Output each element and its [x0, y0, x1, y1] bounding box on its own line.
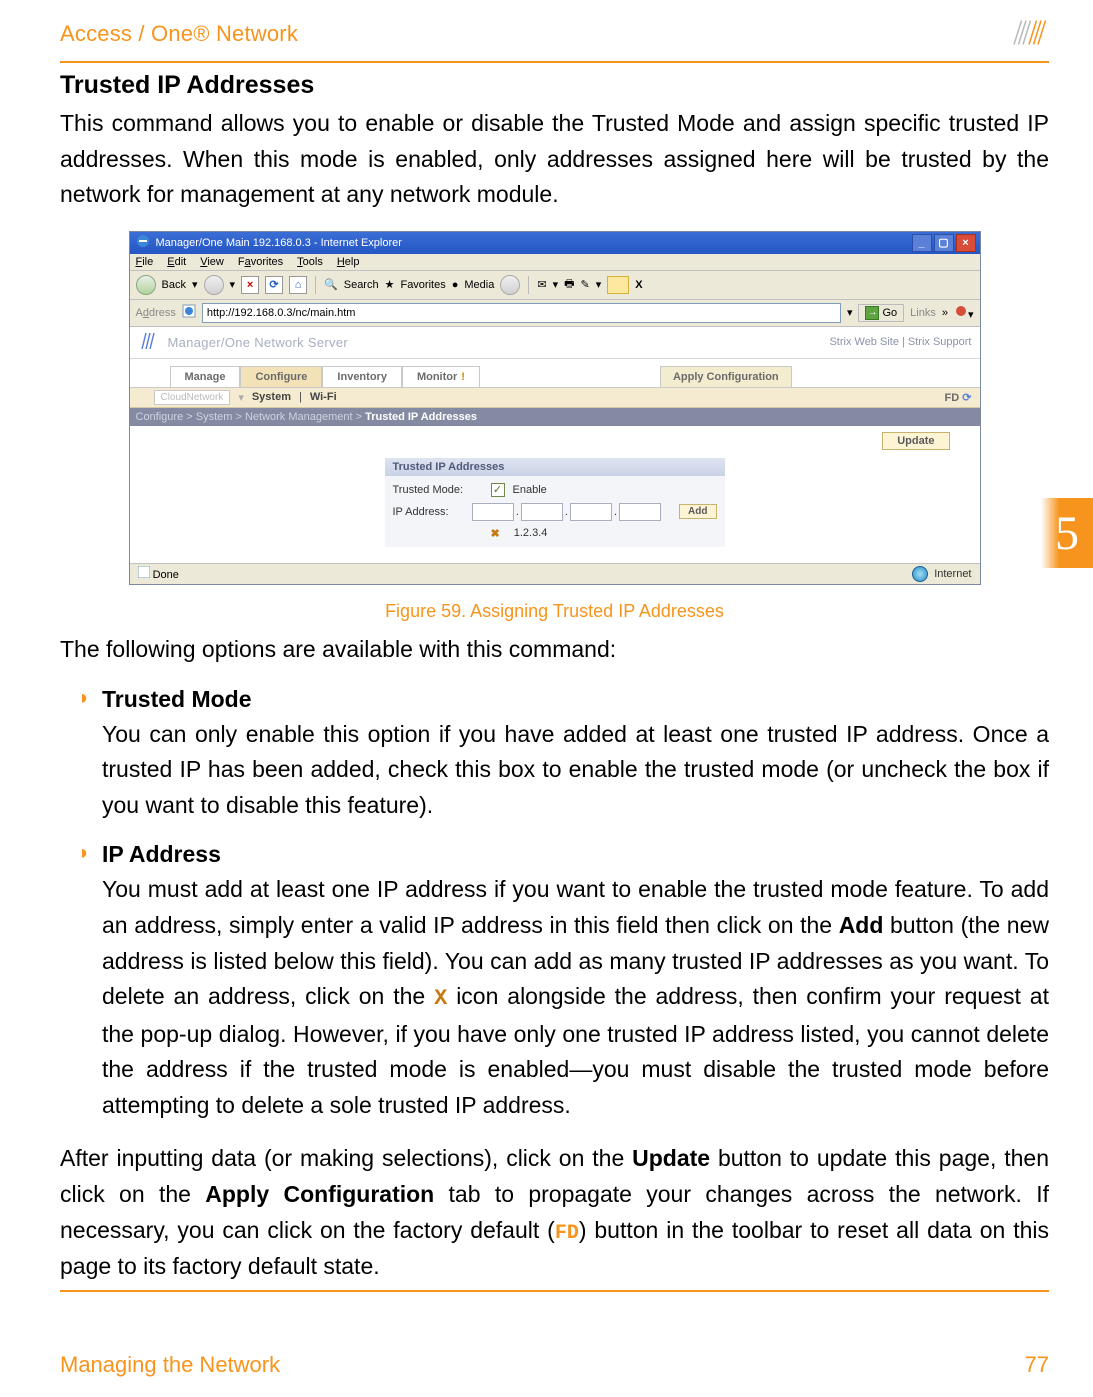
option-ip-address-title: IP Address: [102, 841, 221, 868]
page-favicon-icon: [182, 304, 196, 321]
app-header-links[interactable]: Strix Web Site | Strix Support: [829, 336, 971, 348]
favorites-icon[interactable]: ★: [385, 278, 395, 291]
enable-label: Enable: [513, 484, 547, 496]
subtab-wifi[interactable]: Wi-Fi: [310, 391, 337, 403]
go-button[interactable]: →Go: [858, 304, 904, 322]
edit-icon[interactable]: ✎: [580, 278, 589, 291]
status-zone: Internet: [934, 568, 971, 580]
option-trusted-mode-title: Trusted Mode: [102, 686, 252, 713]
footer-section-title: Managing the Network: [60, 1352, 280, 1378]
minimize-icon[interactable]: _: [912, 234, 932, 252]
strix-x-icon[interactable]: X: [635, 279, 642, 291]
menu-tools[interactable]: Tools: [297, 256, 323, 268]
figure-caption: Figure 59. Assigning Trusted IP Addresse…: [385, 601, 724, 622]
fd-inline-icon: FD: [555, 1222, 579, 1245]
window-title: Manager/One Main 192.168.0.3 - Internet …: [156, 237, 402, 249]
brand-logo-icon: [1003, 16, 1049, 51]
menu-bar: File Edit View Favorites Tools Help: [130, 254, 980, 271]
menu-view[interactable]: View: [200, 256, 224, 268]
app-header: Manager/One Network Server Strix Web Sit…: [130, 327, 980, 359]
trusted-mode-label: Trusted Mode:: [393, 484, 483, 496]
footer-page-number: 77: [1025, 1352, 1049, 1378]
intro-paragraph: This command allows you to enable or dis…: [60, 106, 1049, 213]
ip-entry: 1.2.3.4: [514, 527, 548, 539]
fd-button[interactable]: FD: [945, 392, 960, 404]
bullet-icon: ◗: [78, 686, 92, 713]
home-icon[interactable]: ⌂: [289, 276, 307, 294]
favorites-label[interactable]: Favorites: [400, 279, 445, 291]
links-label[interactable]: Links: [910, 307, 936, 319]
tab-monitor[interactable]: Monitor!: [402, 366, 480, 387]
content-area: Update Trusted IP Addresses Trusted Mode…: [130, 426, 980, 563]
window-titlebar: Manager/One Main 192.168.0.3 - Internet …: [130, 232, 980, 254]
ie-icon: [136, 234, 150, 251]
close-icon[interactable]: ×: [956, 234, 976, 252]
menu-edit[interactable]: Edit: [167, 256, 186, 268]
folder-icon[interactable]: [607, 276, 629, 294]
add-button[interactable]: Add: [679, 504, 716, 519]
menu-favorites[interactable]: Favorites: [238, 256, 283, 268]
primary-tabs: Manage Configure Inventory Monitor! Appl…: [130, 359, 980, 388]
status-done-icon: [138, 569, 153, 581]
tab-manage[interactable]: Manage: [170, 366, 241, 387]
stop-icon[interactable]: ×: [241, 276, 259, 294]
brand-title: Access / One® Network: [60, 21, 298, 47]
cloud-network-pill[interactable]: CloudNetwork: [154, 390, 231, 405]
trusted-mode-checkbox[interactable]: ✓: [491, 483, 505, 497]
bullet-icon: ◗: [78, 841, 92, 868]
app-title: Manager/One Network Server: [168, 335, 820, 350]
address-input[interactable]: [202, 303, 841, 323]
search-label[interactable]: Search: [344, 279, 379, 291]
sub-toolbar: CloudNetwork ▾ System | Wi-Fi FD ⟳: [130, 388, 980, 408]
closing-paragraph: After inputting data (or making selectio…: [60, 1141, 1049, 1284]
search-icon[interactable]: 🔍: [324, 278, 338, 291]
tab-configure[interactable]: Configure: [240, 366, 322, 387]
footer-rule: [60, 1290, 1049, 1292]
menu-help[interactable]: Help: [337, 256, 360, 268]
section-heading: Trusted IP Addresses: [60, 71, 1049, 100]
options-intro: The following options are available with…: [60, 632, 1049, 668]
forward-chevron-icon[interactable]: ▾: [230, 278, 236, 291]
warning-icon: !: [461, 371, 465, 383]
chapter-tab: 5: [1041, 498, 1093, 568]
breadcrumb: Configure > System > Network Management …: [130, 408, 980, 426]
back-label[interactable]: Back: [162, 279, 186, 291]
refresh-icon[interactable]: ⟳: [265, 276, 283, 294]
print-icon[interactable]: 🖶: [564, 275, 574, 294]
links-dropdown-icon[interactable]: »: [942, 307, 948, 319]
delete-x-icon: X: [434, 986, 447, 1011]
screenshot-window: Manager/One Main 192.168.0.3 - Internet …: [129, 231, 981, 585]
history-icon[interactable]: [500, 275, 520, 295]
subtab-system[interactable]: System: [252, 391, 291, 403]
panel-header: Trusted IP Addresses: [385, 458, 725, 476]
toolbar-extra-icon[interactable]: ▾: [954, 304, 974, 321]
option-ip-address-body: You must add at least one IP address if …: [102, 872, 1049, 1123]
address-label: Address: [136, 307, 176, 319]
address-dropdown-icon[interactable]: ▾: [847, 306, 853, 319]
trusted-ip-panel: Trusted IP Addresses Trusted Mode: ✓ Ena…: [385, 458, 725, 547]
media-icon[interactable]: ●: [452, 279, 459, 291]
refresh-small-icon[interactable]: ⟳: [962, 392, 971, 404]
status-bar: Done Internet: [130, 563, 980, 584]
option-trusted-mode-body: You can only enable this option if you h…: [102, 717, 1049, 824]
tab-apply-configuration[interactable]: Apply Configuration: [660, 366, 792, 387]
header-rule: [60, 61, 1049, 63]
status-done: Done: [153, 569, 179, 581]
mail-icon[interactable]: ✉: [537, 278, 546, 291]
forward-icon[interactable]: [204, 275, 224, 295]
ip-address-label: IP Address:: [393, 506, 464, 518]
ip-input-group[interactable]: ...: [472, 503, 661, 521]
delete-entry-icon[interactable]: ✖: [491, 527, 500, 540]
address-bar: Address ▾ →Go Links » ▾: [130, 300, 980, 327]
tab-inventory[interactable]: Inventory: [322, 366, 402, 387]
back-chevron-icon[interactable]: ▾: [192, 278, 198, 291]
maximize-icon[interactable]: ▢: [934, 234, 954, 252]
browser-toolbar: Back ▾ ▾ × ⟳ ⌂ 🔍 Search ★ Favorites ● Me…: [130, 271, 980, 300]
strix-logo-icon: [138, 331, 158, 354]
internet-zone-icon: [912, 566, 928, 582]
back-icon[interactable]: [136, 275, 156, 295]
menu-file[interactable]: File: [136, 256, 154, 268]
update-button[interactable]: Update: [882, 432, 949, 450]
media-label[interactable]: Media: [464, 279, 494, 291]
